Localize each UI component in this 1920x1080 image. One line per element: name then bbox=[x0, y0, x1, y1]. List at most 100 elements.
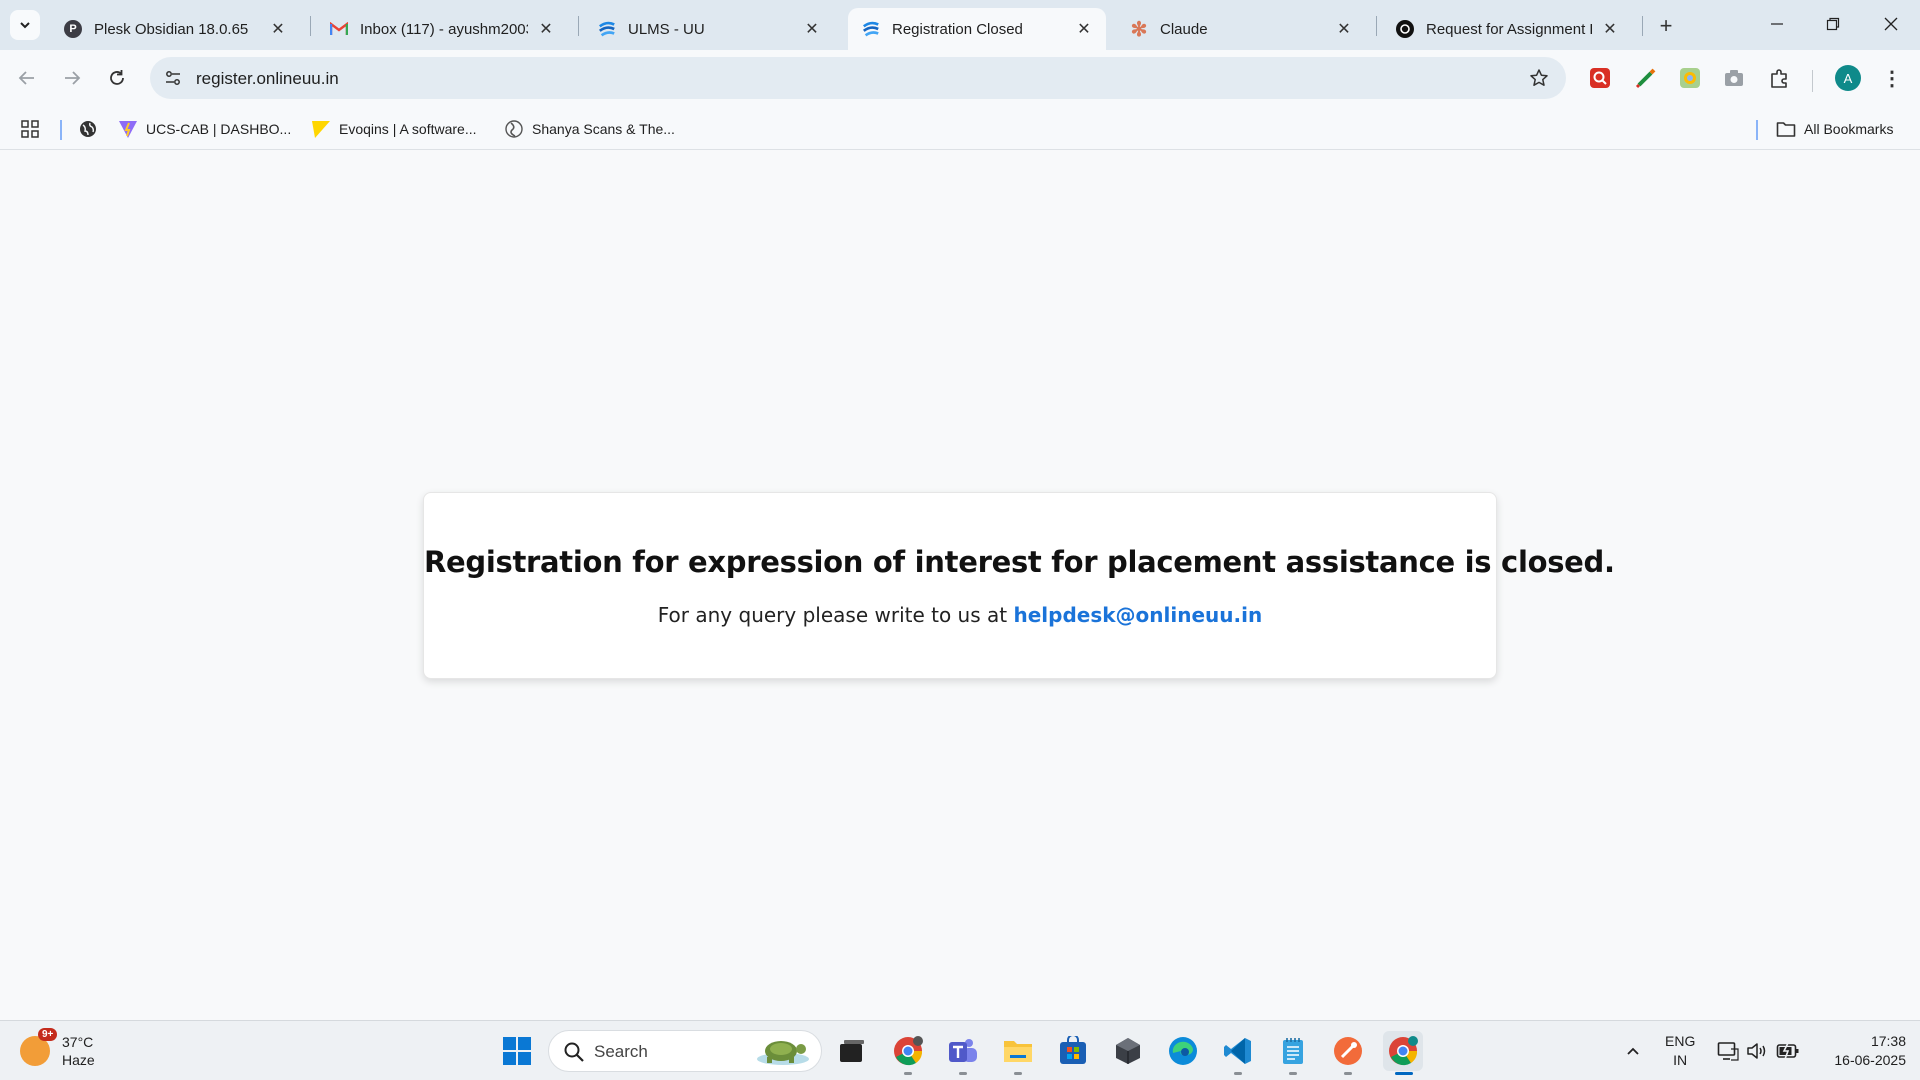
taskbar-postman[interactable] bbox=[1328, 1031, 1368, 1075]
running-indicator bbox=[904, 1072, 912, 1075]
tab-gmail[interactable]: Inbox (117) - ayushm2003 ✕ bbox=[316, 8, 568, 50]
battery-status[interactable] bbox=[1774, 1029, 1802, 1073]
apps-grid-button[interactable] bbox=[20, 116, 40, 142]
tab-assignment-request[interactable]: Request for Assignment Ex ✕ bbox=[1382, 8, 1632, 50]
gmail-icon bbox=[330, 20, 348, 38]
close-tab-icon[interactable]: ✕ bbox=[268, 19, 288, 39]
notification-badge: 9+ bbox=[38, 1028, 58, 1041]
tab-search-button[interactable] bbox=[10, 10, 40, 40]
restore-button[interactable] bbox=[1810, 6, 1856, 42]
plus-icon: + bbox=[1659, 13, 1673, 38]
tab-divider bbox=[310, 16, 311, 36]
tab-plesk[interactable]: P Plesk Obsidian 18.0.65 ✕ bbox=[50, 8, 300, 50]
query-message: For any query please write to us at help… bbox=[424, 603, 1496, 627]
reload-icon bbox=[110, 70, 124, 85]
bookmarks-divider bbox=[1756, 120, 1758, 140]
page-viewport: Registration for expression of interest … bbox=[0, 151, 1920, 1020]
shanya-icon bbox=[504, 119, 524, 139]
more-menu-icon[interactable]: ⋮ bbox=[1880, 64, 1904, 92]
close-window-button[interactable] bbox=[1868, 6, 1914, 42]
chevron-down-icon bbox=[20, 22, 30, 29]
running-indicator bbox=[1289, 1072, 1297, 1075]
bookmarks-divider bbox=[60, 120, 62, 140]
tab-divider bbox=[1376, 16, 1377, 36]
tab-claude[interactable]: ✻ Claude ✕ bbox=[1116, 8, 1366, 50]
query-text: For any query please write to us at bbox=[657, 603, 1008, 627]
tab-divider bbox=[578, 16, 579, 36]
url-text[interactable]: register.onlineuu.in bbox=[196, 69, 339, 89]
extensions-puzzle-icon[interactable] bbox=[1766, 64, 1794, 92]
arrow-right-icon bbox=[65, 71, 81, 85]
ulms-icon bbox=[862, 20, 880, 38]
battery-charging-icon bbox=[1776, 1042, 1799, 1060]
profile-avatar[interactable]: A bbox=[1835, 65, 1861, 91]
tab-title: Inbox (117) - ayushm2003 bbox=[360, 20, 528, 38]
back-button[interactable] bbox=[10, 61, 44, 95]
close-tab-icon[interactable]: ✕ bbox=[1334, 19, 1354, 39]
extension-search-icon[interactable] bbox=[1586, 64, 1614, 92]
vite-icon bbox=[118, 119, 138, 139]
extension-photos-icon[interactable] bbox=[1676, 64, 1704, 92]
system-clock[interactable]: 17:38 16-06-2025 bbox=[1810, 1032, 1906, 1070]
cube-icon bbox=[1116, 1038, 1140, 1064]
page-title: Registration for expression of interest … bbox=[424, 545, 1615, 579]
restore-icon bbox=[1826, 17, 1840, 31]
all-bookmarks-button[interactable]: All Bookmarks bbox=[1776, 116, 1893, 142]
task-view-button[interactable] bbox=[832, 1031, 872, 1071]
bookmark-star-icon[interactable] bbox=[1526, 65, 1552, 91]
taskbar-search[interactable]: Search bbox=[548, 1030, 822, 1072]
store-icon bbox=[1060, 1036, 1086, 1064]
taskbar-box-app[interactable] bbox=[1108, 1031, 1148, 1071]
start-button[interactable] bbox=[497, 1031, 537, 1071]
taskbar-vscode[interactable] bbox=[1218, 1031, 1258, 1075]
tab-title: ULMS - UU bbox=[628, 20, 705, 38]
taskbar-edge[interactable] bbox=[1163, 1031, 1203, 1071]
helpdesk-email-link[interactable]: helpdesk@onlineuu.in bbox=[1013, 603, 1262, 627]
taskbar-ms-store[interactable] bbox=[1053, 1031, 1093, 1071]
bookmark-evoqins[interactable]: Evoqins | A software... bbox=[311, 116, 476, 142]
close-tab-icon[interactable]: ✕ bbox=[536, 19, 556, 39]
taskbar-chrome-profile[interactable] bbox=[888, 1031, 928, 1075]
running-indicator bbox=[1344, 1072, 1352, 1075]
reload-button[interactable] bbox=[100, 61, 134, 95]
tab-registration-closed[interactable]: Registration Closed ✕ bbox=[848, 8, 1106, 50]
close-tab-icon[interactable]: ✕ bbox=[1600, 19, 1620, 39]
weather-sun-icon: 9+ bbox=[20, 1028, 58, 1066]
toolbar-divider bbox=[1812, 70, 1813, 92]
bookmark-ucs-cab[interactable]: UCS-CAB | DASHBO... bbox=[118, 116, 291, 142]
site-info-icon[interactable] bbox=[160, 65, 186, 91]
weather-widget[interactable]: 9+ 37°C Haze bbox=[20, 1028, 95, 1073]
tab-ulms[interactable]: ULMS - UU ✕ bbox=[584, 8, 834, 50]
taskbar-notepad[interactable] bbox=[1273, 1031, 1313, 1075]
taskbar-chrome-active[interactable] bbox=[1383, 1031, 1423, 1075]
volume-status[interactable] bbox=[1744, 1029, 1770, 1073]
bookmark-shanya-scans[interactable]: Shanya Scans & The... bbox=[504, 116, 675, 142]
arrow-left-icon bbox=[18, 71, 34, 85]
openai-icon bbox=[1396, 20, 1414, 38]
taskbar-teams[interactable] bbox=[943, 1031, 983, 1075]
language-code: ENG bbox=[1665, 1033, 1696, 1049]
evoqins-icon bbox=[311, 119, 331, 139]
minimize-button[interactable] bbox=[1754, 6, 1800, 42]
new-tab-button[interactable]: + bbox=[1652, 12, 1680, 40]
taskbar-file-explorer[interactable] bbox=[998, 1031, 1038, 1075]
show-hidden-icons-button[interactable] bbox=[1620, 1029, 1646, 1073]
camera-icon[interactable] bbox=[1720, 64, 1748, 92]
network-status[interactable] bbox=[1714, 1029, 1742, 1073]
notepad-icon bbox=[1283, 1038, 1303, 1064]
running-indicator bbox=[1395, 1072, 1413, 1075]
plesk-icon: P bbox=[64, 20, 82, 38]
clock-time: 17:38 bbox=[1870, 1033, 1906, 1049]
bookmark-globe[interactable] bbox=[78, 116, 98, 142]
close-tab-icon[interactable]: ✕ bbox=[802, 19, 822, 39]
chrome-icon bbox=[1389, 1036, 1418, 1066]
extension-pen-icon[interactable] bbox=[1632, 64, 1660, 92]
all-bookmarks-label: All Bookmarks bbox=[1804, 121, 1894, 137]
close-tab-icon[interactable]: ✕ bbox=[1074, 19, 1094, 39]
address-bar[interactable]: register.onlineuu.in bbox=[150, 57, 1566, 99]
language-indicator[interactable]: ENG IN bbox=[1665, 1032, 1695, 1070]
search-icon bbox=[564, 1042, 584, 1062]
search-placeholder: Search bbox=[594, 1042, 648, 1061]
windows-taskbar: 9+ 37°C Haze Search ENG IN 17:38 16-06-2… bbox=[0, 1020, 1920, 1080]
forward-button[interactable] bbox=[55, 61, 89, 95]
